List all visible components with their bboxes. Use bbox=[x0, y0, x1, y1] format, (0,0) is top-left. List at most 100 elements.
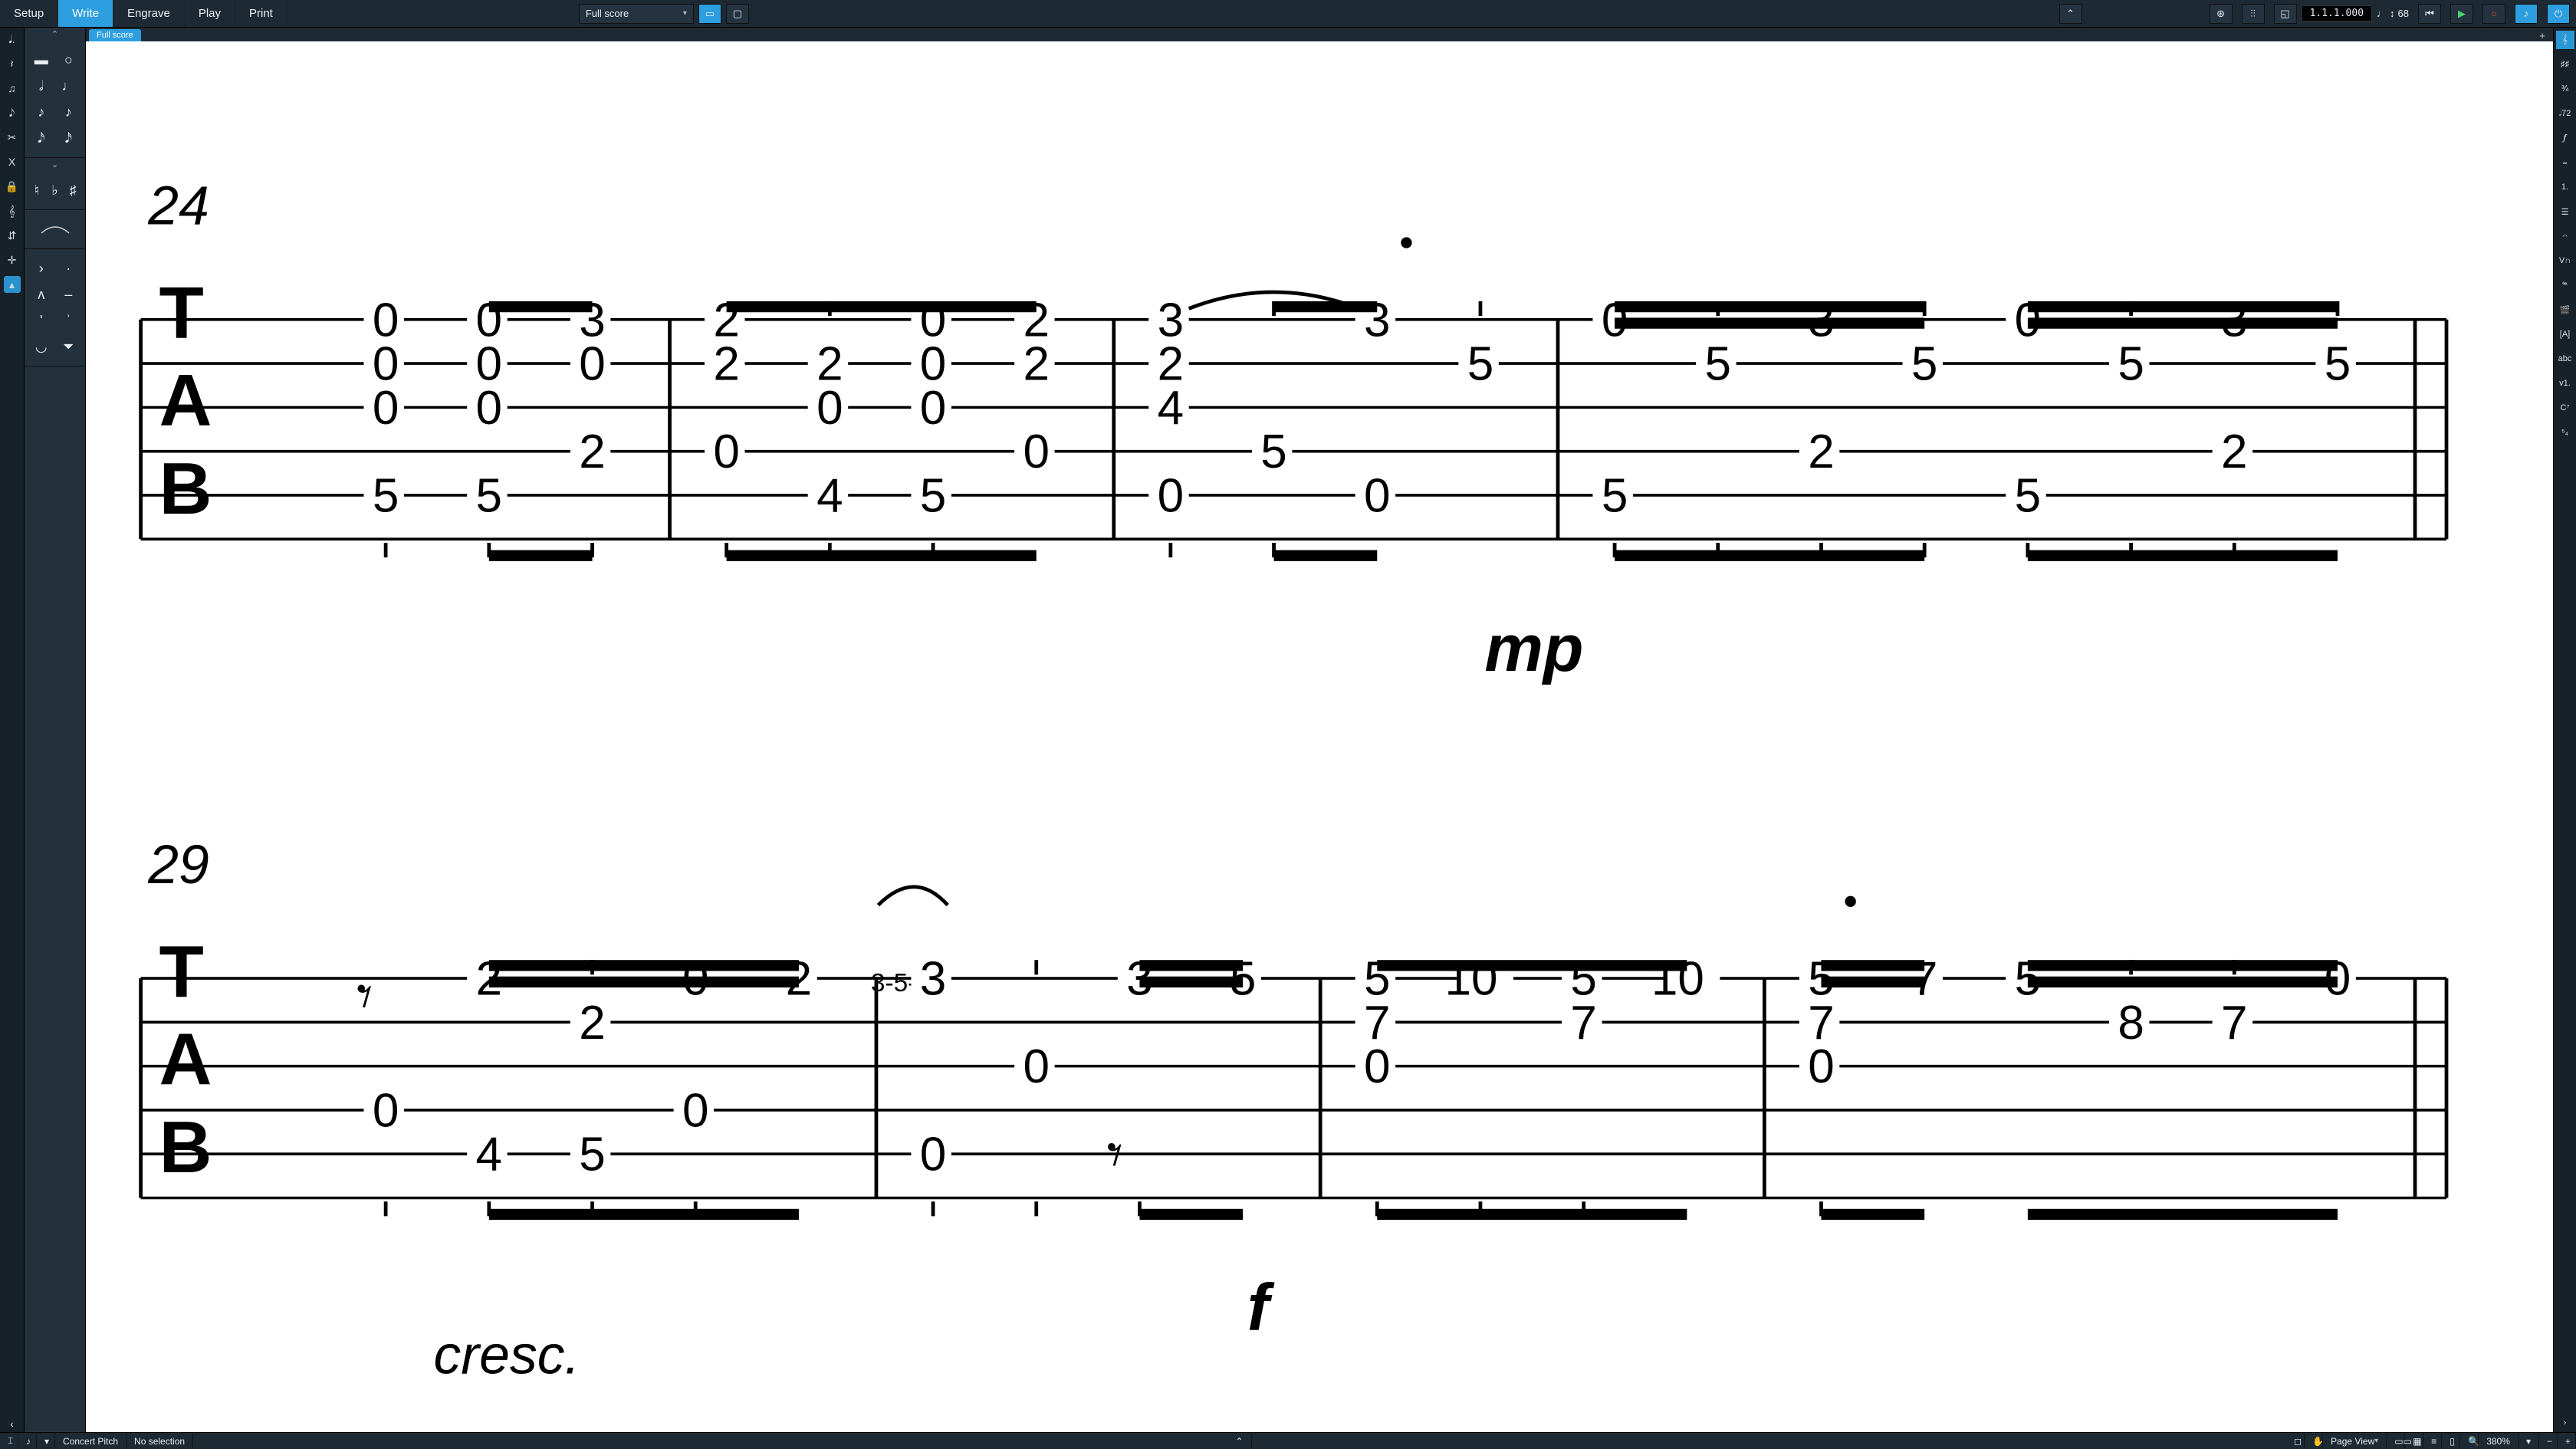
playing-tech-icon[interactable]: V∩ bbox=[2556, 251, 2574, 270]
concert-pitch-toggle[interactable]: Concert Pitch bbox=[55, 1433, 127, 1449]
svg-text:5: 5 bbox=[2015, 469, 2042, 522]
spread-v-icon[interactable]: ≡ bbox=[2423, 1433, 2442, 1449]
panel-scroll-up[interactable]: ⌃ bbox=[50, 28, 60, 41]
click-icon[interactable]: ♪ bbox=[2515, 4, 2538, 24]
rest-icon[interactable]: 𝄽 bbox=[4, 55, 21, 72]
quarter-note-icon[interactable]: ♩ bbox=[58, 74, 79, 97]
playhead-position[interactable]: 1.1.1.000 bbox=[2302, 5, 2372, 21]
zoom-out-button[interactable]: − bbox=[2539, 1433, 2558, 1449]
tuplet-icon[interactable]: 𝅘𝅥𝅮 bbox=[4, 104, 21, 121]
rehearsal-mark-icon[interactable]: [A] bbox=[2556, 325, 2574, 343]
insert-mode-icon[interactable]: ⌶ bbox=[0, 1433, 18, 1449]
eighth-note2-icon[interactable]: ♪ bbox=[58, 100, 79, 123]
swap-icon[interactable]: ⇵ bbox=[4, 227, 21, 244]
sixteenth-note2-icon[interactable]: 𝅘𝅥𝅯 bbox=[58, 127, 79, 150]
expand-right-icon[interactable]: › bbox=[2556, 1414, 2574, 1432]
page-view-toggle[interactable]: ▢ bbox=[726, 4, 749, 24]
lines-panel-icon[interactable]: 𝆮 bbox=[2556, 276, 2574, 294]
document-tab[interactable]: Full score bbox=[89, 29, 141, 41]
tempo-panel-icon[interactable]: 𝅗𝅥72 bbox=[2556, 104, 2574, 123]
svg-text:5: 5 bbox=[373, 469, 399, 522]
clef-icon[interactable]: 𝄞 bbox=[4, 202, 21, 219]
single-page-icon[interactable]: ▯ bbox=[2442, 1433, 2460, 1449]
svg-text:0: 0 bbox=[682, 1084, 709, 1137]
stress-icon[interactable]: ˈ bbox=[58, 309, 79, 332]
marquee-icon[interactable]: ◻ bbox=[2286, 1433, 2305, 1449]
whole-rest-icon[interactable]: ▬ bbox=[31, 48, 52, 71]
holds-panel-icon[interactable]: 𝄐 bbox=[2556, 227, 2574, 245]
unstress-icon[interactable]: ◡ bbox=[31, 335, 52, 358]
staccato-icon[interactable]: · bbox=[58, 257, 79, 280]
keysig-panel-icon[interactable]: ♯♯ bbox=[2556, 55, 2574, 74]
power-icon[interactable]: ⏻ bbox=[2547, 4, 2570, 24]
figured-bass-icon[interactable]: ⁵₄ bbox=[2556, 423, 2574, 442]
svg-text:8: 8 bbox=[2118, 997, 2144, 1050]
scissors-icon[interactable]: ✂ bbox=[4, 129, 21, 146]
add-tab-button[interactable]: + bbox=[2536, 30, 2548, 41]
text-panel-icon[interactable]: abc bbox=[2556, 350, 2574, 368]
svg-text:5: 5 bbox=[1705, 338, 1732, 391]
zoom-in-button[interactable]: + bbox=[2558, 1433, 2576, 1449]
lyrics-panel-icon[interactable]: v1. bbox=[2556, 374, 2574, 393]
rewind-icon[interactable]: ⏮ bbox=[2418, 4, 2441, 24]
svg-text:0: 0 bbox=[1364, 469, 1391, 522]
svg-text:cresc.: cresc. bbox=[434, 1325, 580, 1386]
view-mode-selector[interactable]: Page View▾ bbox=[2323, 1433, 2387, 1449]
zoom-percent[interactable]: 380% bbox=[2479, 1433, 2518, 1449]
spread-h-icon[interactable]: ▭▭ bbox=[2387, 1433, 2405, 1449]
chord-symbols-icon[interactable]: C⁷ bbox=[2556, 399, 2574, 417]
natural-icon[interactable]: ♮ bbox=[28, 179, 46, 202]
score-canvas[interactable]: 24TAB00050005302220204000522032405305055… bbox=[86, 41, 2553, 1432]
spread-grid-icon[interactable]: ▦ bbox=[2405, 1433, 2423, 1449]
insert-icon[interactable]: ✛ bbox=[4, 251, 21, 268]
mode-write[interactable]: Write bbox=[58, 0, 113, 27]
mode-play[interactable]: Play bbox=[185, 0, 235, 27]
panel-scroll-down[interactable]: ⌄ bbox=[50, 158, 60, 171]
tenuto-icon[interactable]: – bbox=[58, 283, 79, 306]
accent-icon[interactable]: › bbox=[31, 257, 52, 280]
dynamics-panel-icon[interactable]: 𝆑 bbox=[2556, 129, 2574, 147]
clefs-panel-icon[interactable]: 𝄞 bbox=[2556, 31, 2574, 49]
transport-panel-icon[interactable]: ◱ bbox=[2274, 4, 2297, 24]
panel-toggle-bottom[interactable]: ⌃ bbox=[1228, 1433, 1252, 1449]
hand-tool-icon[interactable]: ✋ bbox=[2305, 1433, 2323, 1449]
svg-text:T: T bbox=[159, 273, 203, 354]
chord-icon[interactable]: ♫ bbox=[4, 80, 21, 97]
panel-collapse-up[interactable]: ⌃ bbox=[2059, 4, 2082, 24]
repeat-endings-icon[interactable]: 1. bbox=[2556, 178, 2574, 196]
dotted-note-icon[interactable]: 𝅘𝅥. bbox=[4, 31, 21, 48]
midi-in-icon[interactable]: ♪ bbox=[18, 1433, 37, 1449]
bars-panel-icon[interactable]: ☰ bbox=[2556, 202, 2574, 221]
svg-text:5: 5 bbox=[920, 469, 947, 522]
marcato-icon[interactable]: ʌ bbox=[31, 283, 52, 306]
whole-note-icon[interactable]: ○ bbox=[58, 48, 79, 71]
expand-left-icon[interactable]: ‹ bbox=[4, 1415, 21, 1432]
mode-setup[interactable]: Setup bbox=[0, 0, 58, 27]
sharp-icon[interactable]: ♯ bbox=[64, 179, 82, 202]
staccatissimo-icon[interactable]: ' bbox=[31, 309, 52, 332]
cues-panel-icon[interactable]: 🎬 bbox=[2556, 301, 2574, 319]
slur-icon[interactable] bbox=[32, 218, 78, 241]
timesig-panel-icon[interactable]: ¾ bbox=[2556, 80, 2574, 98]
sixteenth-note-icon[interactable]: 𝅘𝅥𝅯 bbox=[31, 127, 52, 150]
flat-icon[interactable]: ♭ bbox=[46, 179, 64, 202]
eighth-note-icon[interactable]: ♪ bbox=[31, 100, 52, 123]
mode-engrave[interactable]: Engrave bbox=[113, 0, 185, 27]
cross-staff-icon[interactable]: X bbox=[4, 153, 21, 170]
record-icon[interactable]: ○ bbox=[2482, 4, 2505, 24]
zoom-dropdown[interactable]: ▾ bbox=[2518, 1433, 2539, 1449]
lock-icon[interactable]: 🔒 bbox=[4, 178, 21, 195]
mixer-icon[interactable]: ⫶⫶ bbox=[2242, 4, 2265, 24]
fermata-short-icon[interactable]: ⏷ bbox=[58, 335, 79, 358]
mode-print[interactable]: Print bbox=[235, 0, 288, 27]
galley-view-toggle[interactable]: ▭ bbox=[698, 4, 721, 24]
layout-selector[interactable]: Full score ▾ bbox=[579, 4, 694, 24]
video-icon[interactable]: ⊛ bbox=[2210, 4, 2233, 24]
ornaments-panel-icon[interactable]: 𝆗 bbox=[2556, 153, 2574, 172]
tempo-display[interactable]: ♩ ↕ 68 bbox=[2377, 8, 2409, 19]
zoom-icon[interactable]: 🔍 bbox=[2460, 1433, 2479, 1449]
chevron-down-icon[interactable]: ▾ bbox=[37, 1433, 55, 1449]
play-icon[interactable]: ▶ bbox=[2450, 4, 2473, 24]
select-tool-icon[interactable]: ▴ bbox=[4, 276, 21, 293]
half-note-icon[interactable]: 𝅗𝅥 bbox=[31, 74, 52, 97]
